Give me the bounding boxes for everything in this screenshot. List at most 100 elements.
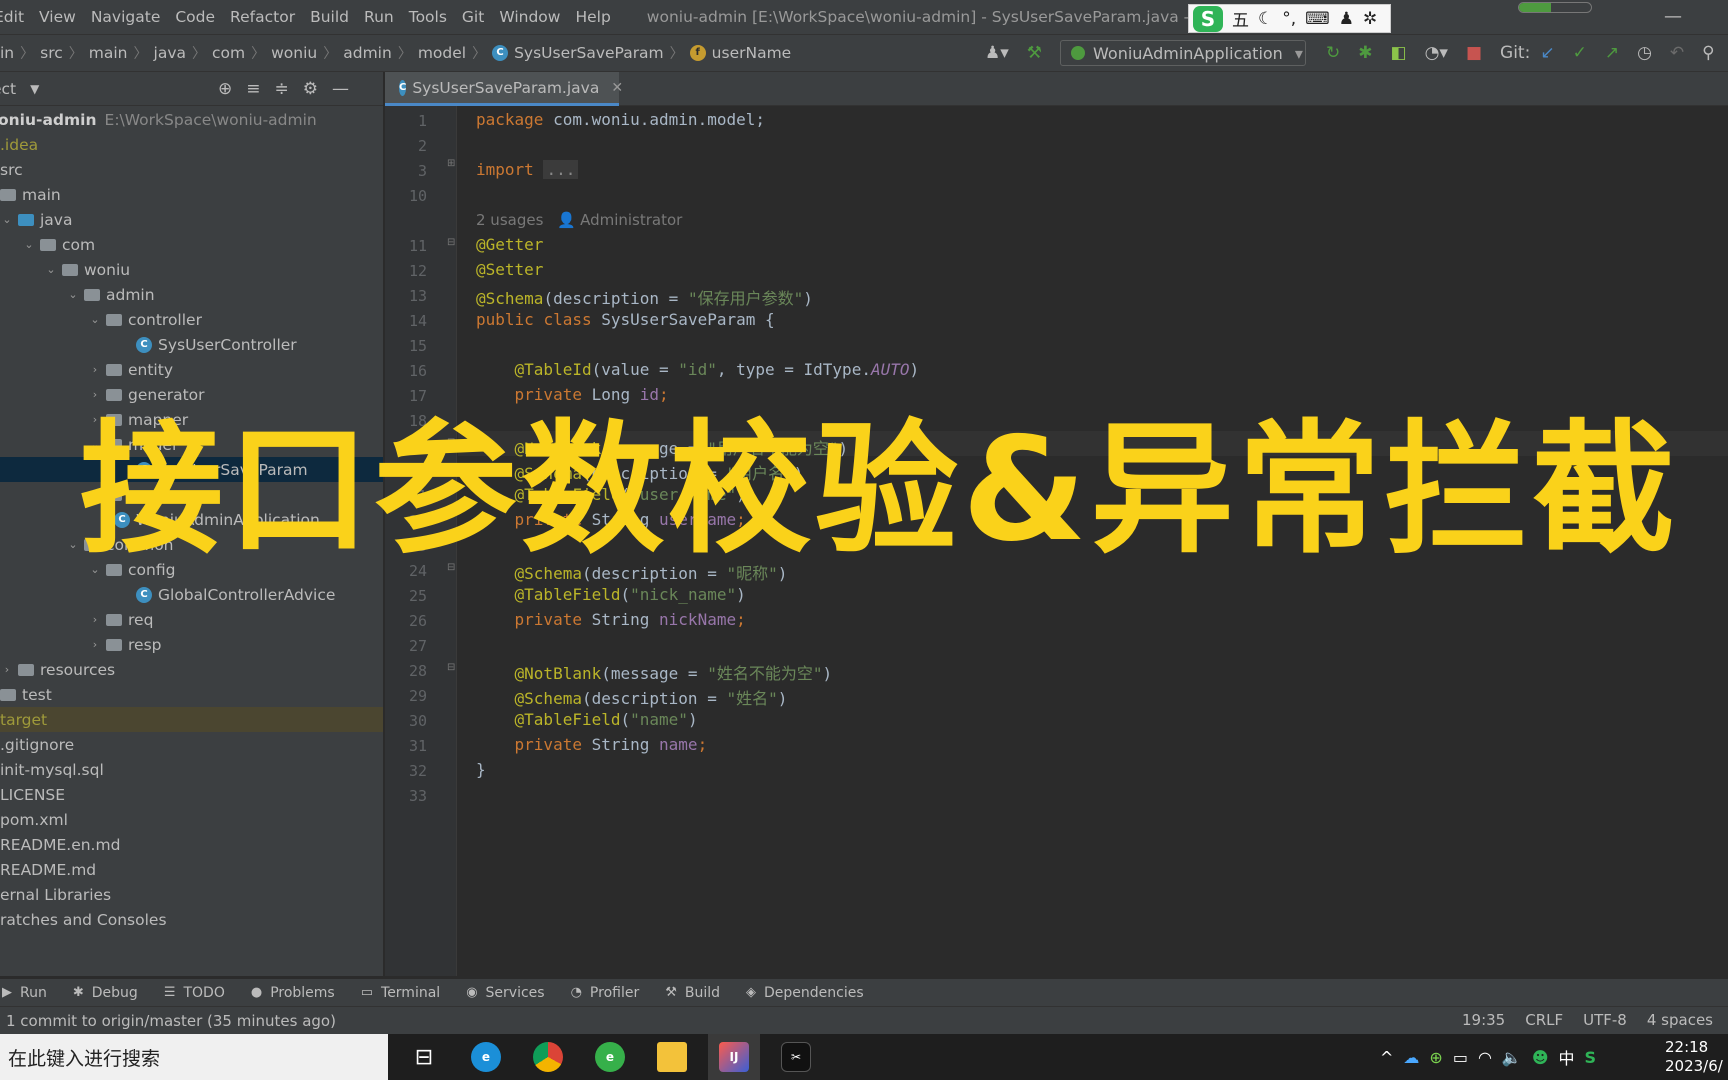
tree-item-entity[interactable]: › entity [0, 357, 383, 382]
stop-icon[interactable]: ■ [1466, 43, 1482, 63]
menu-build[interactable]: Build [310, 8, 349, 26]
search-icon[interactable]: ⚲ [1702, 43, 1714, 63]
battery-icon[interactable]: ▭ [1453, 1048, 1468, 1067]
tree-item-java[interactable]: ⌄ java [0, 207, 383, 232]
breadcrumb-java[interactable]: java 〉 [154, 43, 212, 63]
folded-imports[interactable]: ... [543, 160, 579, 179]
tree-item-test[interactable]: test [0, 682, 383, 707]
history-icon[interactable]: ◷ [1637, 43, 1652, 63]
menu-view[interactable]: View [39, 8, 76, 26]
punctuation-icon[interactable]: °, [1282, 9, 1296, 29]
fold-icon[interactable]: ⊟ [447, 238, 457, 248]
chevron-down-icon[interactable]: ⌄ [22, 238, 36, 251]
breadcrumb-class[interactable]: C SysUserSaveParam 〉 [492, 43, 690, 63]
tree-item-req[interactable]: › req [0, 607, 383, 632]
breadcrumb-woniu[interactable]: woniu 〉 [271, 43, 343, 63]
fold-icon[interactable]: ⊞ [447, 159, 457, 169]
tree-item-scratches[interactable]: ratches and Consoles [0, 907, 383, 932]
close-icon[interactable]: ✕ [611, 80, 623, 96]
chevron-right-icon[interactable]: › [88, 413, 102, 426]
fold-icon[interactable]: ⊟ [447, 563, 457, 573]
tool-debug[interactable]: ✱ Debug [73, 985, 138, 1001]
breadcrumb-com[interactable]: com 〉 [212, 43, 271, 63]
tree-item-generator[interactable]: › generator [0, 382, 383, 407]
menu-code[interactable]: Code [175, 8, 215, 26]
hide-icon[interactable]: — [332, 79, 349, 99]
debug-icon[interactable]: ✱ [1358, 43, 1372, 63]
tree-item-src[interactable]: src [0, 157, 383, 182]
expand-all-icon[interactable]: ≡ [246, 79, 260, 99]
input-language[interactable]: 中 [1559, 1045, 1575, 1069]
tree-item-external-libraries[interactable]: ernal Libraries [0, 882, 383, 907]
tool-build[interactable]: ⚒ Build [665, 985, 720, 1001]
project-panel-title[interactable]: ect [0, 80, 16, 98]
line-separator[interactable]: CRLF [1525, 1011, 1563, 1029]
tree-item-gitignore[interactable]: .gitignore [0, 732, 383, 757]
code-area[interactable]: package com.woniu.admin.model; import ..… [458, 106, 1728, 976]
breadcrumb-main[interactable]: main 〉 [89, 43, 154, 63]
menu-edit[interactable]: Edit [0, 8, 24, 26]
tree-item-resources[interactable]: › resources [0, 657, 383, 682]
chevron-right-icon[interactable]: › [88, 363, 102, 376]
tree-item-controller[interactable]: ⌄ controller [0, 307, 383, 332]
tree-item-target[interactable]: target [0, 707, 383, 732]
chevron-right-icon[interactable]: › [88, 613, 102, 626]
wechat-icon[interactable]: ☻ [1532, 1048, 1549, 1067]
tool-todo[interactable]: ☰ TODO [164, 985, 225, 1001]
tree-item-resp[interactable]: › resp [0, 632, 383, 657]
breadcrumb-model[interactable]: model 〉 [418, 43, 492, 63]
memory-indicator[interactable] [1518, 2, 1592, 13]
breadcrumb-project[interactable]: in 〉 [0, 43, 40, 63]
chevron-right-icon[interactable]: › [0, 663, 14, 676]
indent-setting[interactable]: 4 spaces [1647, 1011, 1713, 1029]
edge-button[interactable]: e [460, 1034, 512, 1080]
ime-toolbar[interactable]: S 五 ☾ °, ⌨ ♟ ✲ [1188, 4, 1391, 33]
chevron-right-icon[interactable]: › [88, 488, 102, 501]
fold-icon[interactable]: ⊟ [447, 438, 457, 448]
sogou-tray-icon[interactable]: S [1585, 1048, 1597, 1067]
tool-dependencies[interactable]: ◈ Dependencies [746, 985, 864, 1001]
network-icon[interactable]: ◠ [1478, 1048, 1492, 1067]
coverage-icon[interactable]: ◧ [1391, 43, 1407, 63]
chevron-down-icon[interactable]: ⌄ [44, 263, 58, 276]
update-icon[interactable]: ⊕ [1429, 1048, 1442, 1067]
status-message[interactable]: 1 commit to origin/master (35 minutes ag… [6, 1012, 336, 1030]
chevron-down-icon[interactable]: ⌄ [0, 213, 14, 226]
chevron-down-icon[interactable]: ⌄ [66, 288, 80, 301]
file-encoding[interactable]: UTF-8 [1583, 1011, 1627, 1029]
tree-item-service[interactable]: › service [0, 482, 383, 507]
menu-navigate[interactable]: Navigate [91, 8, 161, 26]
settings-icon[interactable]: ✲ [1363, 9, 1377, 29]
breadcrumb-admin[interactable]: admin 〉 [343, 43, 418, 63]
build-hammer-icon[interactable]: ⚒ [1027, 43, 1042, 63]
tool-problems[interactable]: ● Problems [251, 985, 335, 1001]
chevron-down-icon[interactable]: ⌄ [88, 438, 102, 451]
rerun-icon[interactable]: ↻ [1326, 43, 1340, 63]
locate-icon[interactable]: ⊕ [218, 79, 232, 99]
tree-item-com[interactable]: ⌄ com [0, 232, 383, 257]
tree-item-main[interactable]: main [0, 182, 383, 207]
chevron-right-icon[interactable]: › [88, 638, 102, 651]
run-configuration-select[interactable]: WoniuAdminApplication ▾ [1060, 40, 1307, 66]
chrome-button[interactable] [522, 1034, 574, 1080]
tree-item-globalcontrolleradvice[interactable]: C GlobalControllerAdvice [0, 582, 383, 607]
taskbar-search-box[interactable]: 在此键入进行搜索 [0, 1034, 388, 1080]
keyboard-icon[interactable]: ⌨ [1305, 9, 1330, 29]
usages-inlay[interactable]: 2 usages 👤 Administrator [476, 211, 682, 229]
chevron-down-icon[interactable]: ⌄ [66, 538, 80, 551]
intellij-button[interactable]: IJ [708, 1034, 760, 1080]
file-explorer-button[interactable] [646, 1034, 698, 1080]
breadcrumb-field[interactable]: f userName [689, 44, 791, 62]
taskbar-clock[interactable]: 22:18 2023/6/ [1665, 1038, 1723, 1076]
tree-item-pom[interactable]: pom.xml [0, 807, 383, 832]
chevron-down-icon[interactable]: ▼ [30, 82, 39, 96]
git-commit-icon[interactable]: ✓ [1573, 43, 1587, 63]
menu-help[interactable]: Help [575, 8, 610, 26]
ime-mode[interactable]: 五 [1232, 6, 1249, 31]
cloud-icon[interactable]: ☁ [1403, 1048, 1419, 1067]
caret-position[interactable]: 19:35 [1462, 1011, 1505, 1029]
tree-item-license[interactable]: LICENSE [0, 782, 383, 807]
menu-tools[interactable]: Tools [409, 8, 447, 26]
gear-icon[interactable]: ⚙ [303, 79, 318, 99]
tree-item-init-mysql[interactable]: init-mysql.sql [0, 757, 383, 782]
